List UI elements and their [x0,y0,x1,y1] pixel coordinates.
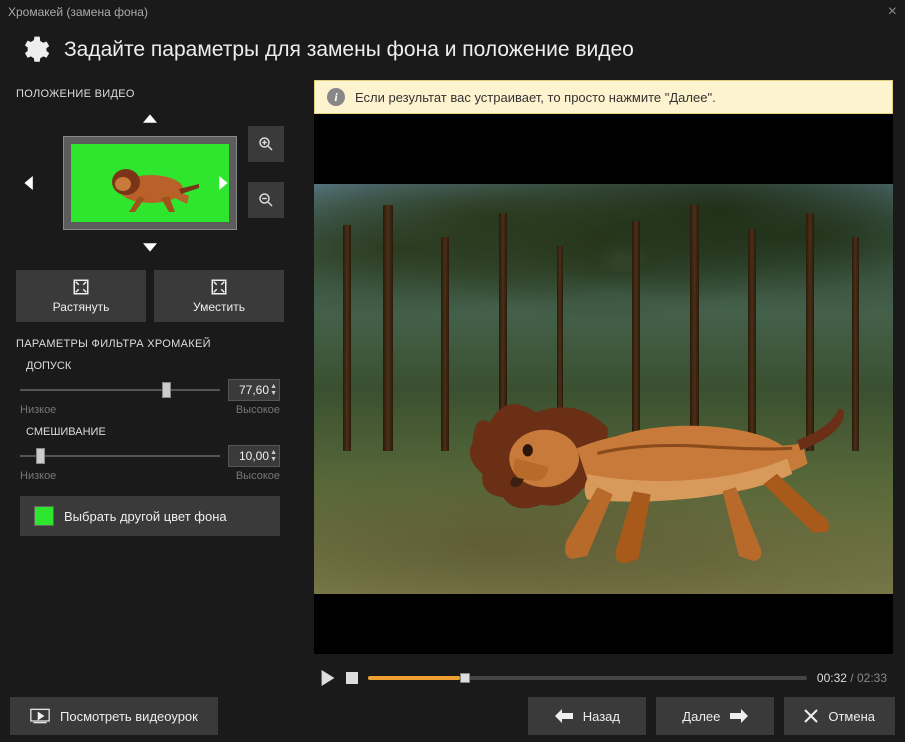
info-bar: i Если результат вас устраивает, то прос… [314,80,893,114]
tolerance-down-icon[interactable]: ▼ [270,390,277,397]
move-down-button[interactable] [138,234,162,258]
blend-value[interactable]: 10,00 ▲▼ [228,445,280,467]
stretch-button[interactable]: Растянуть [16,270,146,322]
blend-max-label: Высокое [236,470,280,482]
info-icon: i [327,88,345,106]
move-up-button[interactable] [138,108,162,132]
arrow-left-icon [555,709,573,723]
close-icon[interactable]: × [888,3,897,21]
tolerance-value[interactable]: 77,60 ▲▼ [228,379,280,401]
back-button[interactable]: Назад [528,697,646,735]
fit-icon [210,278,228,296]
arrow-right-icon [730,709,748,723]
zoom-out-button[interactable] [248,182,284,218]
video-preview [314,114,893,654]
fit-button[interactable]: Уместить [154,270,284,322]
move-left-button[interactable] [18,171,42,195]
position-section-label: ПОЛОЖЕНИЕ ВИДЕО [16,88,284,100]
stop-button[interactable] [346,672,358,684]
play-tutorial-icon [30,708,50,724]
tolerance-max-label: Высокое [236,404,280,416]
move-right-button[interactable] [210,171,234,195]
tolerance-slider[interactable] [20,378,220,402]
gear-icon [18,34,50,66]
pick-color-button[interactable]: Выбрать другой цвет фона [20,496,280,536]
blend-label: СМЕШИВАНИЕ [26,426,284,438]
tolerance-min-label: Низкое [20,404,56,416]
lion-thumbnail [71,144,229,222]
cancel-button[interactable]: Отмена [784,697,895,735]
play-button[interactable] [320,670,336,686]
color-swatch [34,506,54,526]
progress-bar[interactable] [368,676,807,680]
blend-down-icon[interactable]: ▼ [270,456,277,463]
window-title: Хромакей (замена фона) [8,5,148,19]
blend-min-label: Низкое [20,470,56,482]
blend-slider[interactable] [20,444,220,468]
tolerance-up-icon[interactable]: ▲ [270,383,277,390]
filter-section-label: ПАРАМЕТРЫ ФИЛЬТРА ХРОМАКЕЙ [16,338,284,350]
lion-overlay [430,356,847,582]
time-display: 00:32 / 02:33 [817,671,887,685]
zoom-in-button[interactable] [248,126,284,162]
page-title: Задайте параметры для замены фона и поло… [64,38,634,62]
blend-up-icon[interactable]: ▲ [270,449,277,456]
close-icon [804,709,818,723]
tutorial-button[interactable]: Посмотреть видеоурок [10,697,218,735]
stretch-icon [72,278,90,296]
next-button[interactable]: Далее [656,697,774,735]
tolerance-label: ДОПУСК [26,360,284,372]
